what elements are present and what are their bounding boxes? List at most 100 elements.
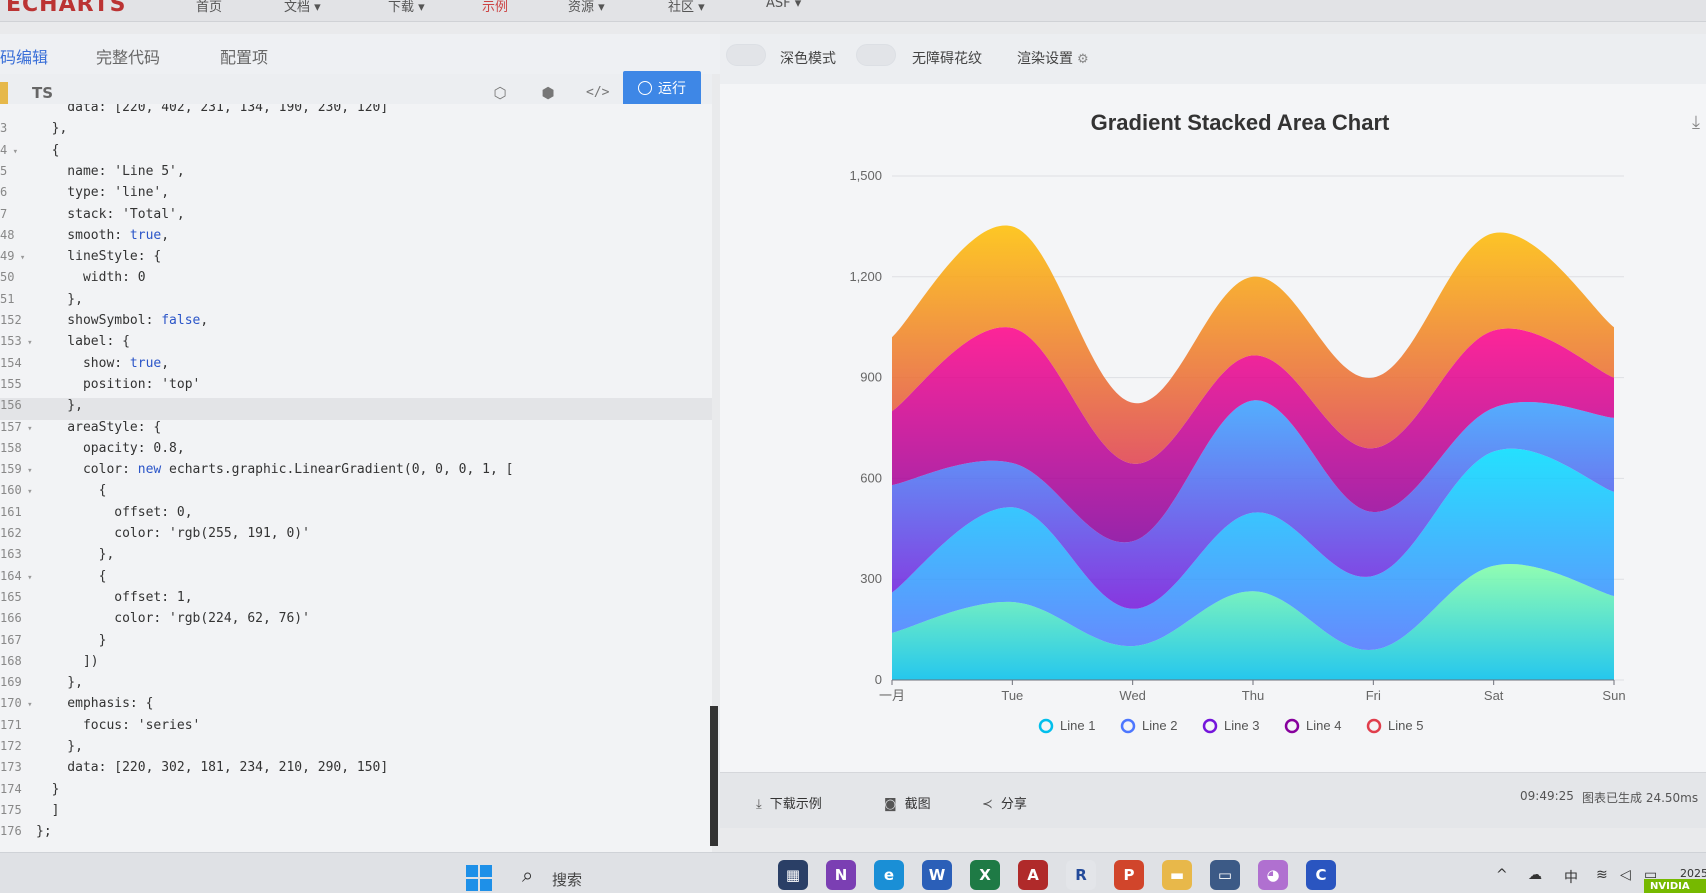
code-line[interactable]: 155 position: 'top'	[0, 377, 712, 399]
gear-icon: ⚙	[1077, 52, 1089, 67]
code-line[interactable]: 174 }	[0, 782, 712, 804]
cloud-icon[interactable]: ☁	[1528, 867, 1542, 883]
code-line[interactable]: 51 },	[0, 292, 712, 314]
code-line[interactable]: 175 ]	[0, 803, 712, 825]
code-editor[interactable]: data: [220, 402, 231, 134, 190, 230, 120…	[0, 104, 712, 864]
wifi-icon[interactable]: ≋	[1596, 867, 1608, 883]
code-line[interactable]: 6 type: 'line',	[0, 185, 712, 207]
taskbar-app-icon[interactable]: X	[970, 860, 1000, 890]
legend-item[interactable]: Line 5	[1366, 718, 1423, 734]
nav-resources[interactable]: 资源 ▾	[568, 0, 605, 15]
code-line[interactable]: 164 ▾ {	[0, 569, 712, 591]
code-line[interactable]: 154 show: true,	[0, 356, 712, 378]
taskbar-app-icon[interactable]: C	[1306, 860, 1336, 890]
code-line[interactable]: 50 width: 0	[0, 270, 712, 292]
play-icon	[638, 81, 652, 95]
nav-home[interactable]: 首页	[196, 0, 222, 15]
screenshot-label: 截图	[904, 797, 931, 812]
taskbar-search[interactable]: 搜索	[552, 869, 582, 890]
taskbar-app-icon[interactable]: R	[1066, 860, 1096, 890]
code-line[interactable]: 168 ])	[0, 654, 712, 676]
taskbar-app-icon[interactable]: P	[1114, 860, 1144, 890]
taskbar-app-icon[interactable]: A	[1018, 860, 1048, 890]
fold-toggle-icon[interactable]: ▾	[22, 700, 32, 710]
taskbar-app-icon[interactable]: ◕	[1258, 860, 1288, 890]
nav-download[interactable]: 下载 ▾	[388, 0, 425, 15]
codepen-icon[interactable]: ⬡	[490, 83, 510, 103]
taskbar-app-icon[interactable]: ▦	[778, 860, 808, 890]
taskbar-app-icon[interactable]: ▭	[1210, 860, 1240, 890]
legend-item[interactable]: Line 1	[1038, 718, 1095, 734]
code-line[interactable]: 166 color: 'rgb(224, 62, 76)'	[0, 611, 712, 633]
windows-start-icon[interactable]	[466, 865, 492, 891]
legend-item[interactable]: Line 3	[1202, 718, 1259, 734]
code-line[interactable]: 162 color: 'rgb(255, 191, 0)'	[0, 526, 712, 548]
code-line[interactable]: 160 ▾ {	[0, 483, 712, 505]
volume-icon[interactable]: ◁	[1620, 867, 1631, 883]
nav-docs[interactable]: 文档 ▾	[284, 0, 321, 15]
taskbar-app-icon[interactable]: ▬	[1162, 860, 1192, 890]
ime-indicator[interactable]: 中	[1564, 867, 1578, 887]
download-icon[interactable]: ⤓	[1692, 112, 1700, 133]
dark-mode-toggle[interactable]	[726, 44, 766, 66]
taskbar-app-icon[interactable]: W	[922, 860, 952, 890]
code-line[interactable]: 158 opacity: 0.8,	[0, 441, 712, 463]
fold-toggle-icon[interactable]: ▾	[22, 573, 32, 583]
fold-toggle-icon[interactable]: ▾	[14, 253, 25, 263]
code-line[interactable]: 48 smooth: true,	[0, 228, 712, 250]
fold-toggle-icon[interactable]: ▾	[22, 424, 32, 434]
code-line[interactable]: 49 ▾ lineStyle: {	[0, 249, 712, 271]
code-line[interactable]: 176};	[0, 824, 712, 846]
echarts-logo[interactable]: ECHARTS	[6, 0, 126, 17]
taskbar-app-icon[interactable]: N	[826, 860, 856, 890]
screenshot-button[interactable]: ◙ 截图	[884, 793, 931, 812]
tab-options[interactable]: 配置项	[220, 44, 268, 68]
nav-asf[interactable]: ASF ▾	[766, 0, 801, 11]
download-example-button[interactable]: ⤓ 下载示例	[756, 793, 822, 812]
share-button[interactable]: ≺ 分享	[982, 793, 1027, 812]
taskbar-app-icon[interactable]: e	[874, 860, 904, 890]
chart-canvas[interactable]: 0 300 600 900 1,200 1,500 一月 Tue Wed Thu Fri Sat Su…	[720, 84, 1706, 772]
tab-code-edit[interactable]: 码编辑	[0, 44, 48, 68]
download-example-label: 下载示例	[769, 797, 822, 812]
code-line[interactable]: 157 ▾ areaStyle: {	[0, 420, 712, 442]
nav-examples[interactable]: 示例	[482, 0, 508, 15]
code-line[interactable]: data: [220, 402, 231, 134, 190, 230, 120…	[0, 104, 712, 122]
code-line[interactable]: 163 },	[0, 547, 712, 569]
lang-label[interactable]: TS	[32, 84, 53, 102]
share-icon: ≺	[982, 797, 993, 812]
code-line[interactable]: 173 data: [220, 302, 181, 234, 210, 290,…	[0, 760, 712, 782]
code-line[interactable]: 165 offset: 1,	[0, 590, 712, 612]
fold-toggle-icon[interactable]: ▾	[22, 338, 32, 348]
search-icon[interactable]: ⌕	[522, 863, 533, 887]
code-line[interactable]: 167 }	[0, 633, 712, 655]
code-line[interactable]: 169 },	[0, 675, 712, 697]
legend-item[interactable]: Line 2	[1120, 718, 1177, 734]
nav-community[interactable]: 社区 ▾	[668, 0, 705, 15]
legend-item[interactable]: Line 4	[1284, 718, 1341, 734]
render-settings-button[interactable]: 渲染设置 ⚙	[1017, 48, 1089, 68]
codesandbox-icon[interactable]: ⬢	[538, 83, 558, 103]
code-line[interactable]: 7 stack: 'Total',	[0, 207, 712, 229]
code-line[interactable]: 5 name: 'Line 5',	[0, 164, 712, 186]
code-line[interactable]: 156 },	[0, 398, 712, 421]
code-line[interactable]: 172 },	[0, 739, 712, 761]
code-line[interactable]: 152 showSymbol: false,	[0, 313, 712, 335]
code-line[interactable]: 161 offset: 0,	[0, 505, 712, 527]
legend-label: Line 5	[1388, 718, 1423, 733]
code-line[interactable]: 3 },	[0, 121, 712, 143]
code-line[interactable]: 170 ▾ emphasis: {	[0, 696, 712, 718]
fold-toggle-icon[interactable]: ▾	[7, 147, 18, 157]
code-line[interactable]: 159 ▾ color: new echarts.graphic.LinearG…	[0, 462, 712, 484]
editor-scrollbar[interactable]	[710, 706, 718, 846]
code-line[interactable]: 4 ▾ {	[0, 143, 712, 165]
a11y-pattern-toggle[interactable]	[856, 44, 896, 66]
run-button[interactable]: 运行	[623, 71, 701, 107]
chevron-up-icon[interactable]: ^	[1496, 867, 1508, 883]
tab-full-code[interactable]: 完整代码	[96, 44, 160, 68]
fold-toggle-icon[interactable]: ▾	[22, 487, 32, 497]
fold-toggle-icon[interactable]: ▾	[22, 466, 32, 476]
code-icon[interactable]: </>	[586, 83, 609, 103]
code-line[interactable]: 153 ▾ label: {	[0, 334, 712, 356]
code-line[interactable]: 171 focus: 'series'	[0, 718, 712, 740]
